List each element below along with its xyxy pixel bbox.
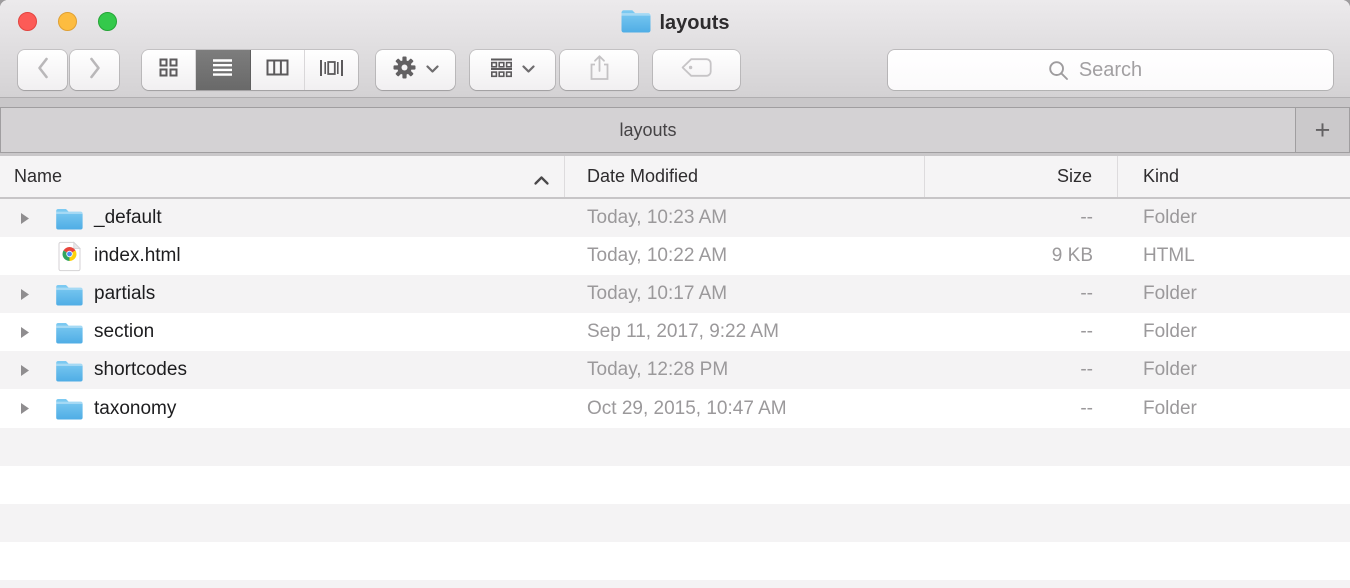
folder-icon [54,283,84,306]
coverflow-view-icon [319,59,344,82]
minimize-button[interactable] [58,12,77,31]
share-button[interactable] [560,50,638,90]
plus-icon: + [1315,115,1331,146]
tags-button[interactable] [653,50,740,90]
column-header-name[interactable]: Name [0,156,565,197]
folder-icon [54,359,84,382]
disclosure-triangle-icon[interactable] [18,363,33,378]
tab-layouts[interactable]: layouts [0,107,1296,153]
file-size: -- [925,398,1118,420]
file-date: Today, 12:28 PM [565,359,925,381]
file-name: shortcodes [94,359,187,381]
finder-window: layouts [0,0,1350,588]
folder-icon [54,207,84,230]
file-kind: HTML [1118,245,1350,267]
column-header-row: Name Date Modified Size Kind [0,156,1350,199]
back-button[interactable] [18,50,67,90]
file-name: partials [94,283,155,305]
new-tab-button[interactable]: + [1295,107,1350,153]
icon-view-button[interactable] [142,50,196,90]
folder-icon [54,321,84,344]
column-view-button[interactable] [251,50,305,90]
file-date: Today, 10:22 AM [565,245,925,267]
list-view-button[interactable] [196,50,250,90]
file-size: -- [925,283,1118,305]
column-header-date-modified[interactable]: Date Modified [565,156,925,197]
file-name: section [94,321,154,343]
chevron-down-icon [426,61,439,79]
close-button[interactable] [18,12,37,31]
zoom-button[interactable] [98,12,117,31]
file-size: 9 KB [925,245,1118,267]
window-chrome: layouts [0,0,1350,98]
search-input[interactable] [888,50,1333,90]
disclosure-spacer [18,249,33,264]
action-menu-button[interactable] [376,50,455,90]
file-name: _default [94,207,162,229]
chevron-left-icon [36,57,50,84]
disclosure-triangle-icon[interactable] [18,401,33,416]
empty-row [0,542,1350,580]
file-kind: Folder [1118,207,1350,229]
folder-icon [620,8,651,39]
table-row[interactable]: shortcodes Today, 12:28 PM -- Folder [0,351,1350,389]
column-view-icon [266,59,289,81]
folder-icon [54,397,84,420]
arrange-menu-button[interactable] [470,50,555,90]
chevron-down-icon [522,61,535,79]
column-header-kind[interactable]: Kind [1118,156,1350,197]
empty-row [0,580,1350,588]
sort-ascending-icon [533,170,550,191]
table-row[interactable]: section Sep 11, 2017, 9:22 AM -- Folder [0,313,1350,351]
file-name: taxonomy [94,398,176,420]
tab-bar: layouts + [0,98,1350,156]
column-header-size[interactable]: Size [925,156,1118,197]
search-field[interactable] [888,50,1333,90]
window-title-area: layouts [200,7,1150,39]
disclosure-triangle-icon[interactable] [18,211,33,226]
tab-label: layouts [619,120,676,141]
file-name: index.html [94,245,181,267]
disclosure-triangle-icon[interactable] [18,325,33,340]
table-row[interactable]: partials Today, 10:17 AM -- Folder [0,275,1350,313]
window-title: layouts [659,12,729,35]
table-row[interactable]: _default Today, 10:23 AM -- Folder [0,199,1350,237]
list-view-icon [212,58,233,82]
file-size: -- [925,321,1118,343]
empty-row [0,466,1350,504]
file-kind: Folder [1118,321,1350,343]
table-row[interactable]: index.html Today, 10:22 AM 9 KB HTML [0,237,1350,275]
file-size: -- [925,207,1118,229]
table-row[interactable]: taxonomy Oct 29, 2015, 10:47 AM -- Folde… [0,389,1350,427]
file-date: Sep 11, 2017, 9:22 AM [565,321,925,343]
file-kind: Folder [1118,398,1350,420]
disclosure-triangle-icon[interactable] [18,287,33,302]
tag-icon [680,56,713,84]
group-by-icon [490,58,513,83]
coverflow-view-button[interactable] [305,50,358,90]
file-size: -- [925,359,1118,381]
icon-view-icon [159,58,178,82]
view-mode-segmented-control [142,50,358,90]
empty-row [0,504,1350,542]
file-date: Today, 10:23 AM [565,207,925,229]
chevron-right-icon [88,57,102,84]
file-date: Today, 10:17 AM [565,283,925,305]
empty-row [0,428,1350,466]
chrome-html-file-icon [54,241,84,272]
file-list: _default Today, 10:23 AM -- Folder [0,199,1350,588]
share-icon [588,54,611,86]
file-date: Oct 29, 2015, 10:47 AM [565,398,925,420]
forward-button[interactable] [70,50,119,90]
gear-icon [392,55,417,85]
file-kind: Folder [1118,359,1350,381]
file-kind: Folder [1118,283,1350,305]
